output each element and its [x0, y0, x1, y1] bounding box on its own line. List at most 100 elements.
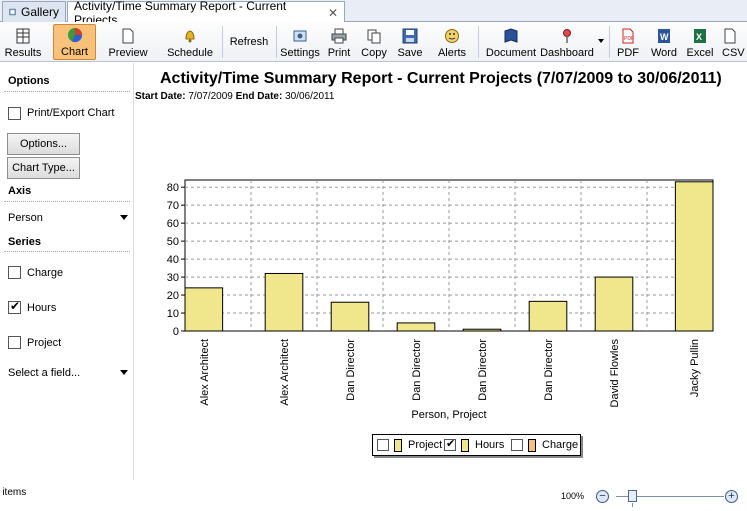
word-button[interactable]: W Word — [648, 24, 680, 60]
project-checkbox[interactable] — [8, 336, 21, 349]
options-heading: Options — [8, 75, 50, 87]
hours-checkbox[interactable] — [8, 299, 21, 314]
page-icon — [122, 28, 134, 44]
alerts-label: Alerts — [437, 47, 467, 59]
csv-icon — [724, 28, 736, 44]
bar — [184, 287, 224, 332]
item-count: 9 items — [0, 487, 27, 498]
legend-hours-label: Hours — [475, 439, 505, 451]
x-tick-label: Dan Director — [477, 339, 489, 401]
toolbar-divider — [276, 26, 277, 58]
pdf-label: PDF — [617, 47, 639, 59]
chart-options-panel: Options Print/Export Chart Options... Ch… — [0, 63, 134, 480]
print-export-checkbox[interactable] — [8, 107, 21, 120]
toolbar-divider — [478, 26, 479, 58]
y-tick-label: 40 — [167, 254, 179, 266]
y-tick-label: 80 — [167, 182, 179, 194]
schedule-button[interactable]: Schedule — [164, 24, 216, 60]
axis-select[interactable]: Person — [8, 212, 128, 224]
dashboard-button[interactable]: Dashboard — [538, 24, 596, 60]
divider — [4, 201, 130, 202]
axis-heading: Axis — [8, 185, 32, 197]
tab-gallery[interactable]: Gallery — [2, 1, 66, 22]
document-button[interactable]: Document — [484, 24, 538, 60]
bar — [330, 301, 370, 332]
close-icon[interactable]: ✕ — [328, 6, 338, 20]
legend-project-checkbox[interactable] — [377, 439, 389, 451]
report-title: Activity/Time Summary Report - Current P… — [160, 70, 722, 87]
charge-label: Charge — [27, 267, 64, 279]
print-button[interactable]: Print — [325, 24, 353, 60]
settings-icon — [293, 30, 307, 42]
end-date-value: 30/06/2011 — [285, 91, 335, 102]
document-label: Document — [485, 47, 537, 59]
book-icon — [504, 28, 518, 43]
legend-project-label: Project — [408, 439, 443, 451]
legend-hours-checkbox[interactable] — [444, 437, 456, 451]
zoom-out-button[interactable]: − — [596, 490, 609, 503]
x-tick-label: Alex Architect — [199, 339, 211, 406]
pdf-icon: PDF — [622, 28, 634, 44]
refresh-label: Refresh — [229, 35, 269, 48]
gallery-icon — [9, 8, 16, 16]
chart-type-button[interactable]: Chart Type... — [7, 157, 80, 179]
refresh-button[interactable]: Refresh — [226, 24, 272, 60]
series-field-select[interactable]: Select a field... — [8, 367, 128, 379]
zoom-in-button[interactable]: + — [725, 490, 738, 503]
copy-button[interactable]: Copy — [359, 24, 389, 60]
tab-report[interactable]: Activity/Time Summary Report - Current P… — [67, 0, 345, 27]
print-label: Print — [327, 47, 351, 59]
svg-text:W: W — [660, 32, 669, 42]
schedule-label: Schedule — [167, 47, 213, 59]
toolbar-divider — [609, 26, 610, 58]
bar — [396, 322, 436, 332]
axis-select-value: Person — [8, 212, 43, 224]
csv-button[interactable]: CSV — [722, 24, 747, 60]
csv-label: CSV — [722, 47, 745, 59]
end-date-label: End Date: — [235, 91, 283, 102]
chart-label: Chart — [61, 46, 88, 58]
chevron-down-icon — [120, 215, 128, 220]
y-tick-label: 10 — [167, 308, 179, 320]
project-label: Project — [27, 337, 62, 349]
bar — [674, 181, 714, 332]
svg-text:X: X — [696, 32, 702, 42]
x-tick-label: Dan Director — [345, 339, 357, 401]
results-label: Results — [4, 47, 42, 59]
svg-text:PDF: PDF — [624, 36, 634, 42]
bar — [462, 328, 502, 332]
divider — [4, 251, 130, 252]
chart-legend: Project Hours Charge — [372, 434, 581, 456]
x-tick-label: Jacky Pullin — [689, 339, 701, 397]
y-tick-label: 60 — [167, 218, 179, 230]
chart-button[interactable]: Chart — [53, 24, 96, 60]
hours-bar-chart: 0 10 20 30 40 50 60 70 80 Alex Architect Alex Arch… — [167, 179, 714, 421]
alerts-button[interactable]: Alerts — [429, 24, 475, 60]
x-tick-label: Dan Director — [411, 339, 423, 401]
preview-button[interactable]: Preview — [105, 24, 151, 60]
copy-icon — [367, 29, 381, 44]
pdf-button[interactable]: PDF PDF — [614, 24, 642, 60]
settings-label: Settings — [280, 47, 320, 59]
excel-icon: X — [694, 29, 706, 43]
dashboard-dropdown-icon[interactable] — [598, 39, 604, 43]
excel-button[interactable]: X Excel — [684, 24, 716, 60]
y-tick-label: 30 — [167, 272, 179, 284]
toolbar-divider — [222, 26, 223, 58]
zoom-level: 100% — [561, 491, 585, 501]
settings-button[interactable]: Settings — [279, 24, 321, 60]
results-button[interactable]: Results — [2, 24, 44, 60]
series-field-select-value: Select a field... — [8, 367, 81, 379]
options-button[interactable]: Options... — [7, 133, 80, 155]
pie-chart-icon — [67, 28, 82, 43]
charge-checkbox[interactable] — [8, 266, 21, 279]
legend-hours-swatch — [461, 439, 469, 452]
copy-label: Copy — [361, 47, 387, 59]
zoom-slider-thumb[interactable] — [628, 490, 637, 502]
x-tick-label: Alex Architect — [279, 339, 291, 406]
save-button[interactable]: Save — [395, 24, 425, 60]
legend-charge-checkbox[interactable] — [511, 439, 523, 451]
chevron-down-icon — [120, 370, 128, 375]
bar — [264, 272, 304, 332]
y-tick-label: 0 — [173, 326, 179, 338]
